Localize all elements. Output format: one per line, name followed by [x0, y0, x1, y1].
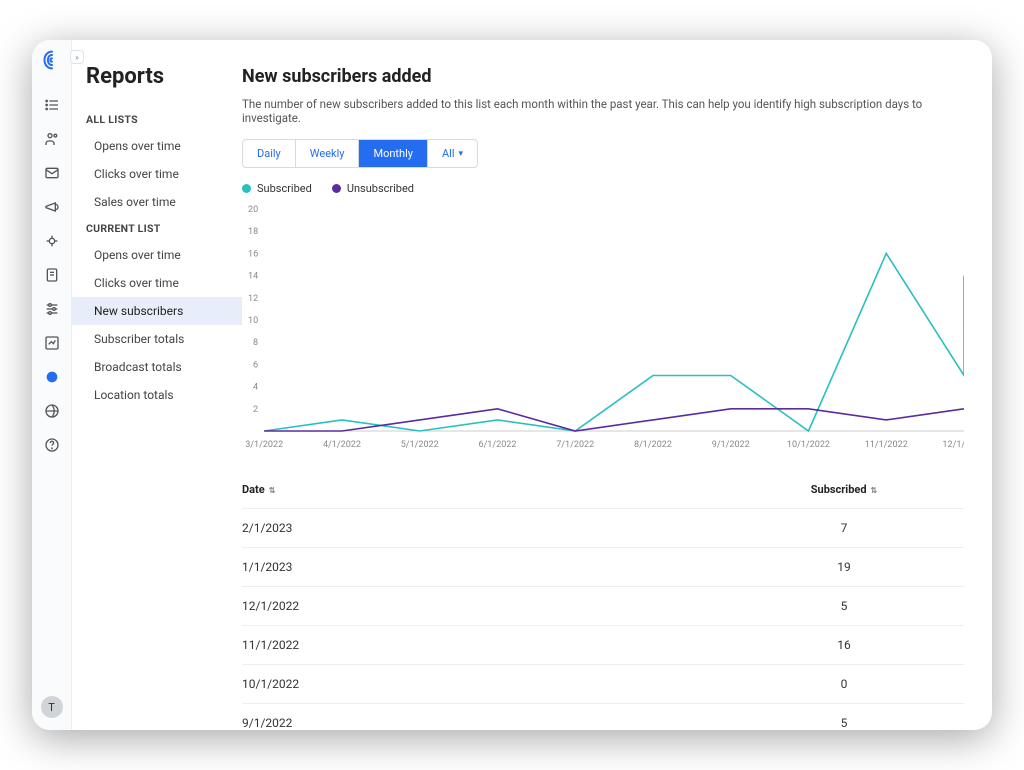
cell-subscribed: 7	[724, 521, 964, 535]
main-content: New subscribers added The number of new …	[242, 40, 992, 730]
cell-date: 12/1/2022	[242, 599, 724, 613]
sidebar-item-opens-all[interactable]: Opens over time	[72, 132, 242, 160]
svg-text:11/1/2022: 11/1/2022	[865, 440, 908, 450]
legend-unsubscribed: Unsubscribed	[332, 182, 414, 195]
legend-subscribed: Subscribed	[242, 182, 312, 195]
svg-text:2: 2	[253, 405, 258, 415]
cell-date: 11/1/2022	[242, 638, 724, 652]
cell-subscribed: 5	[724, 716, 964, 730]
section-title: New subscribers added	[242, 66, 964, 97]
help-icon[interactable]	[43, 436, 61, 454]
section-description: The number of new subscribers added to t…	[242, 97, 964, 139]
sidebar-item-clicks-current[interactable]: Clicks over time	[72, 269, 242, 297]
sidebar-item-subscriber-totals[interactable]: Subscriber totals	[72, 325, 242, 353]
sidebar-group-label: CURRENT LIST	[72, 216, 242, 241]
sidebar: Reports ALL LISTS Opens over time Clicks…	[72, 40, 242, 730]
tab-weekly[interactable]: Weekly	[296, 140, 360, 167]
bug-icon[interactable]	[43, 232, 61, 250]
logo-icon[interactable]	[42, 50, 62, 74]
period-tabs: Daily Weekly Monthly All▾	[242, 139, 478, 168]
svg-text:20: 20	[248, 205, 258, 215]
svg-text:7/1/2022: 7/1/2022	[556, 440, 594, 450]
svg-text:3/1/2022: 3/1/2022	[245, 440, 283, 450]
chart: 2 4 6 8 10 12 14 16 18 20 3/1/2022 4/1/2022 5/1/2022…	[242, 203, 964, 453]
cell-date: 9/1/2022	[242, 716, 724, 730]
table-row: 12/1/20225	[242, 587, 964, 626]
cell-subscribed: 19	[724, 560, 964, 574]
envelope-icon[interactable]	[43, 164, 61, 182]
svg-text:12/1/2022: 12/1/2022	[942, 440, 964, 450]
reports-icon[interactable]	[43, 368, 61, 386]
svg-text:16: 16	[248, 249, 258, 259]
integrations-icon[interactable]	[43, 402, 61, 420]
cell-date: 10/1/2022	[242, 677, 724, 691]
megaphone-icon[interactable]	[43, 198, 61, 216]
th-subscribed[interactable]: Subscribed⇅	[724, 483, 964, 496]
svg-text:14: 14	[248, 272, 258, 282]
table-row: 10/1/20220	[242, 665, 964, 704]
svg-text:12: 12	[248, 294, 258, 304]
cell-date: 1/1/2023	[242, 560, 724, 574]
sidebar-group-label: ALL LISTS	[72, 107, 242, 132]
tab-daily[interactable]: Daily	[243, 140, 296, 167]
svg-text:10/1/2022: 10/1/2022	[787, 440, 830, 450]
page-title: Reports	[72, 64, 242, 107]
table-row: 2/1/20237	[242, 509, 964, 548]
tab-monthly[interactable]: Monthly	[359, 140, 428, 167]
table-row: 9/1/20225	[242, 704, 964, 730]
tab-all-dropdown[interactable]: All▾	[428, 140, 477, 167]
svg-text:8/1/2022: 8/1/2022	[634, 440, 672, 450]
svg-text:9/1/2022: 9/1/2022	[712, 440, 750, 450]
cell-subscribed: 16	[724, 638, 964, 652]
svg-text:18: 18	[248, 227, 258, 237]
cell-date: 2/1/2023	[242, 521, 724, 535]
avatar[interactable]: T	[41, 696, 63, 718]
expand-rail-toggle[interactable]: »	[70, 50, 84, 64]
cell-subscribed: 5	[724, 599, 964, 613]
chart-legend: Subscribed Unsubscribed	[242, 182, 964, 195]
svg-text:8: 8	[253, 338, 258, 348]
svg-text:5/1/2022: 5/1/2022	[401, 440, 439, 450]
svg-text:4/1/2022: 4/1/2022	[323, 440, 361, 450]
svg-text:6/1/2022: 6/1/2022	[478, 440, 516, 450]
th-date[interactable]: Date⇅	[242, 483, 724, 496]
settings-icon[interactable]	[43, 300, 61, 318]
table-row: 11/1/202216	[242, 626, 964, 665]
sidebar-item-broadcast-totals[interactable]: Broadcast totals	[72, 353, 242, 381]
sidebar-item-opens-current[interactable]: Opens over time	[72, 241, 242, 269]
page-icon[interactable]	[43, 266, 61, 284]
sort-icon: ⇅	[871, 486, 878, 495]
nav-rail: » T	[32, 40, 72, 730]
sidebar-item-location-totals[interactable]: Location totals	[72, 381, 242, 409]
table-row: 1/1/202319	[242, 548, 964, 587]
cell-subscribed: 0	[724, 677, 964, 691]
svg-text:4: 4	[253, 383, 258, 393]
svg-text:6: 6	[253, 360, 258, 370]
sort-icon: ⇅	[269, 486, 276, 495]
svg-text:10: 10	[248, 316, 258, 326]
people-icon[interactable]	[43, 130, 61, 148]
chart-icon[interactable]	[43, 334, 61, 352]
sidebar-item-clicks-all[interactable]: Clicks over time	[72, 160, 242, 188]
sidebar-item-new-subscribers[interactable]: New subscribers	[72, 297, 242, 325]
list-icon[interactable]	[43, 96, 61, 114]
sidebar-item-sales-all[interactable]: Sales over time	[72, 188, 242, 216]
chevron-down-icon: ▾	[459, 149, 464, 159]
subscribers-table: Date⇅ Subscribed⇅ 2/1/202371/1/20231912/…	[242, 471, 964, 730]
